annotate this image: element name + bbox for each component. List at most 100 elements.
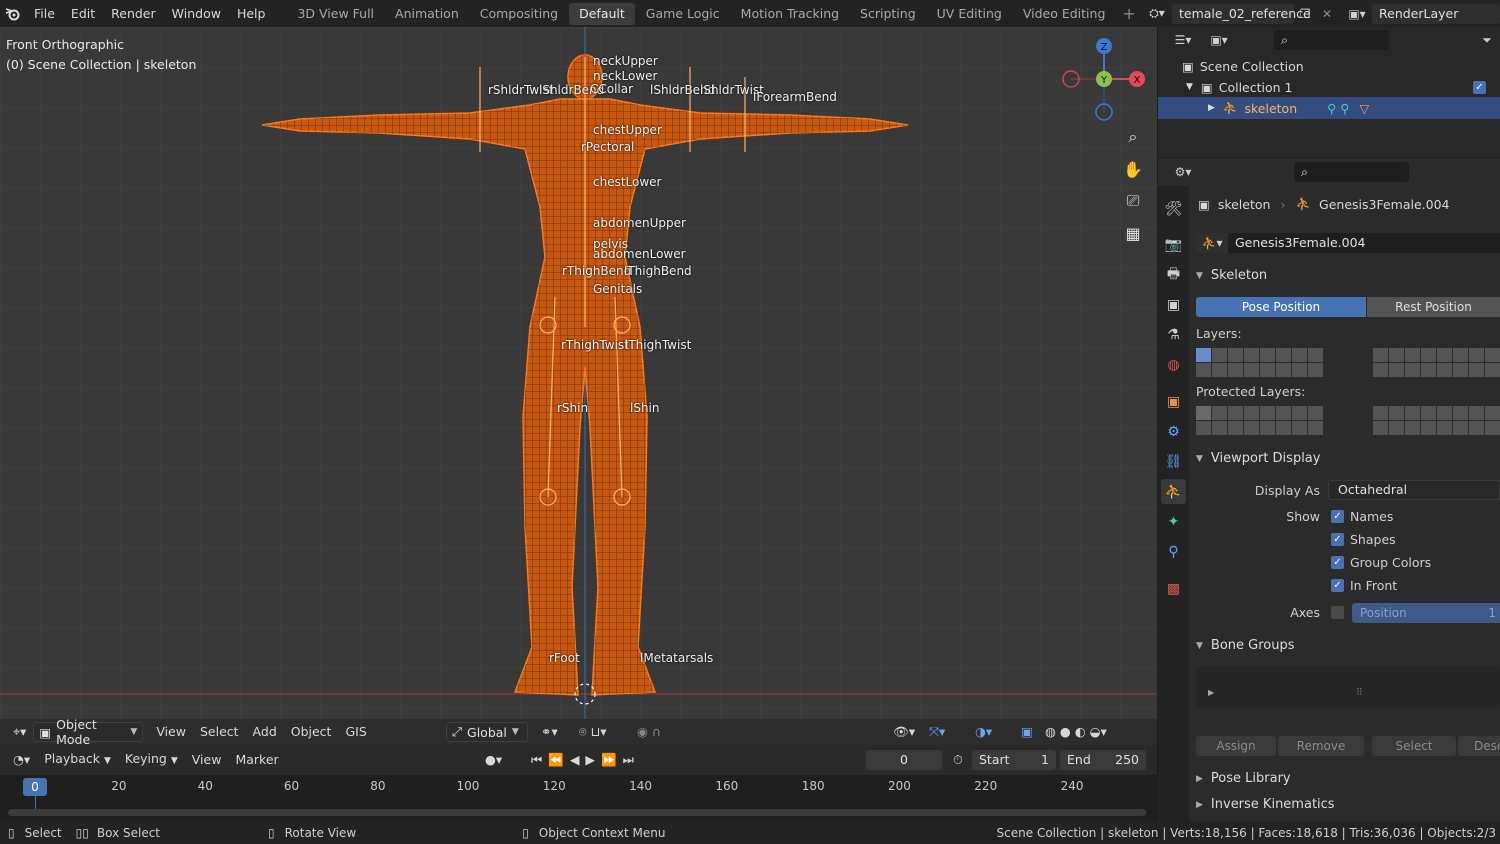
bone-groups-panel-header[interactable]: ▼ Bone Groups xyxy=(1196,638,1295,653)
object-tab-icon[interactable]: ▣ xyxy=(1161,389,1186,414)
expand-chevron-icon[interactable]: ▶ xyxy=(1208,103,1215,113)
end-frame-field[interactable]: End 250 xyxy=(1060,750,1146,770)
armature-data-icon[interactable]: ⚲ ⚲ xyxy=(1327,101,1349,116)
armature-browse-icon[interactable]: ⛹▾ xyxy=(1196,233,1228,253)
render-layer-field[interactable]: RenderLayer xyxy=(1372,3,1500,24)
tab-video-editing[interactable]: Video Editing xyxy=(1013,3,1116,25)
armature-data-selector[interactable]: ⛹▾ Genesis3Female.004 xyxy=(1196,232,1500,254)
outliner-row-collection1[interactable]: ▼ ▣ Collection 1 ✓ xyxy=(1158,76,1500,98)
scene-selector-icon[interactable]: ⛭▾ xyxy=(1142,4,1172,24)
list-expand-icon[interactable]: ▶ xyxy=(1208,688,1214,697)
menu-render[interactable]: Render xyxy=(103,0,164,27)
bone-tab-icon[interactable]: ✦ xyxy=(1161,509,1186,534)
3d-viewport[interactable]: Front Orthographic (0) Scene Collection … xyxy=(0,27,1157,719)
bone-constraint-tab-icon[interactable]: ⚲ xyxy=(1161,539,1186,564)
axes-position-slider[interactable]: Position 1 xyxy=(1352,603,1500,623)
constraint-tab-icon[interactable]: ⛓ xyxy=(1161,449,1186,474)
gizmo-toggle-icon[interactable]: ⤧▾ xyxy=(922,719,952,745)
tab-compositing[interactable]: Compositing xyxy=(470,3,568,25)
menu-help[interactable]: Help xyxy=(229,0,274,27)
preview-range-icon[interactable]: ⏱ xyxy=(946,747,970,773)
zoom-icon[interactable]: ⌕ xyxy=(1118,122,1148,152)
start-frame-field[interactable]: Start 1 xyxy=(972,750,1056,770)
menu-gis[interactable]: GIS xyxy=(338,719,373,745)
timeline-scrollbar[interactable] xyxy=(8,809,1146,816)
tab-game-logic[interactable]: Game Logic xyxy=(636,3,730,25)
timeline-area[interactable]: 20 40 60 80 100 120 140 160 180 200 220 240 0 xyxy=(0,775,1157,821)
menu-file[interactable]: File xyxy=(26,0,63,27)
tool-tab-icon[interactable]: 🛠 xyxy=(1161,196,1186,221)
menu-add[interactable]: Add xyxy=(246,719,284,745)
tab-default[interactable]: Default xyxy=(569,2,635,25)
camera-icon[interactable]: ⎚ xyxy=(1118,186,1148,216)
axes-checkbox[interactable] xyxy=(1331,606,1344,619)
inverse-kinematics-panel-header[interactable]: ▶ Inverse Kinematics xyxy=(1196,797,1335,812)
menu-select[interactable]: Select xyxy=(193,719,246,745)
viewport-display-panel-header[interactable]: ▼ Viewport Display xyxy=(1196,451,1320,466)
grid-toggle-icon[interactable]: ▦ xyxy=(1118,218,1148,248)
menu-edit[interactable]: Edit xyxy=(63,0,103,27)
rest-position-button[interactable]: Rest Position xyxy=(1367,297,1500,317)
new-scene-icon[interactable]: ❐ xyxy=(1294,4,1316,24)
scene-tab-icon[interactable]: ⚗ xyxy=(1161,322,1186,347)
protected-layers-grid-a[interactable] xyxy=(1196,406,1323,435)
tab-scripting[interactable]: Scripting xyxy=(850,3,926,25)
armature-data-tab-icon[interactable]: ⛹ xyxy=(1161,479,1186,504)
show-names-checkbox[interactable]: ✓ Names xyxy=(1331,509,1393,524)
keying-menu[interactable]: Keying ▼ xyxy=(118,746,185,774)
timeline-view-menu[interactable]: View xyxy=(185,747,229,773)
character-mesh-wireframe[interactable] xyxy=(0,27,1157,719)
transform-orientation-dropdown[interactable]: ⤢ Global ▼ xyxy=(446,722,528,742)
select-button[interactable]: Select xyxy=(1372,736,1456,756)
skeleton-panel-header[interactable]: ▼ Skeleton xyxy=(1196,268,1267,283)
render-tab-icon[interactable]: 📷 xyxy=(1161,232,1186,257)
output-tab-icon[interactable]: 🖶 xyxy=(1161,262,1186,287)
timeline-editor-icon[interactable]: ◔▾ xyxy=(6,747,37,773)
scene-name-field[interactable]: temale_02_reference xyxy=(1172,3,1311,24)
delete-scene-icon[interactable]: ✕ xyxy=(1316,4,1338,24)
marker-menu[interactable]: Marker xyxy=(228,747,285,773)
playback-controls-icon[interactable]: ⏮⏪◀▶⏩⏭ xyxy=(524,747,647,773)
show-group-colors-checkbox[interactable]: ✓ Group Colors xyxy=(1331,555,1431,570)
modifier-icon[interactable]: ▽ xyxy=(1359,101,1369,116)
texture-tab-icon[interactable]: ▩ xyxy=(1161,576,1186,601)
display-as-dropdown[interactable]: Octahedral xyxy=(1328,480,1500,500)
add-workspace-icon[interactable]: + xyxy=(1116,4,1141,23)
deselect-button[interactable]: Dese xyxy=(1458,736,1500,756)
list-resize-handle-icon[interactable]: ⠿ xyxy=(1356,688,1363,698)
modifier-tab-icon[interactable]: ⚙ xyxy=(1161,419,1186,444)
outliner-editor-icon[interactable]: ☰▾ xyxy=(1168,30,1198,50)
blender-logo-icon[interactable] xyxy=(0,0,26,27)
filter-icon[interactable]: ⏷ xyxy=(1476,30,1498,50)
world-tab-icon[interactable]: ◍ xyxy=(1161,352,1186,377)
view-layer-selector-icon[interactable]: ▣▾ xyxy=(1342,4,1372,24)
menu-view[interactable]: View xyxy=(149,719,193,745)
object-mode-dropdown[interactable]: ▣ Object Mode ▼ xyxy=(33,717,144,747)
outliner-search-input[interactable]: ⌕ xyxy=(1274,30,1389,50)
record-icon[interactable]: ●▾ xyxy=(478,747,509,773)
snap-icon[interactable]: ⌾ ⊔▾ xyxy=(572,719,614,745)
visibility-icon[interactable]: 👁▾ xyxy=(886,719,922,745)
playback-menu[interactable]: Playback ▼ xyxy=(37,746,118,774)
collection-visible-checkbox[interactable]: ✓ xyxy=(1473,80,1486,94)
menu-object[interactable]: Object xyxy=(284,719,339,745)
layers-grid-a[interactable] xyxy=(1196,348,1323,377)
pan-hand-icon[interactable]: ✋ xyxy=(1118,154,1148,184)
properties-search-input[interactable]: ⌕ xyxy=(1294,162,1409,182)
display-mode-icon[interactable]: ▣▾ xyxy=(1204,30,1234,50)
assign-button[interactable]: Assign xyxy=(1196,736,1276,756)
pivot-icon[interactable]: ⚭▾ xyxy=(534,719,565,745)
pose-position-button[interactable]: Pose Position xyxy=(1196,297,1366,317)
bone-groups-list[interactable]: ▶ ⠿ xyxy=(1196,666,1500,708)
tab-3d-view-full[interactable]: 3D View Full xyxy=(287,3,384,25)
current-frame-indicator[interactable]: 0 xyxy=(23,778,47,796)
shading-modes-icon[interactable]: ◍ ● ◐ ◒▾ xyxy=(1038,719,1114,745)
view-layer-tab-icon[interactable]: ▣ xyxy=(1161,292,1186,317)
overlays-icon[interactable]: ◑▾ xyxy=(968,719,999,745)
armature-name-field[interactable]: Genesis3Female.004 xyxy=(1228,233,1500,253)
remove-button[interactable]: Remove xyxy=(1278,736,1364,756)
show-in-front-checkbox[interactable]: ✓ In Front xyxy=(1331,578,1397,593)
editor-type-icon[interactable]: ⌖▾ xyxy=(6,719,33,745)
current-frame-field[interactable]: 0 xyxy=(866,750,942,770)
outliner-row-scene-collection[interactable]: ▣ Scene Collection xyxy=(1158,55,1500,77)
